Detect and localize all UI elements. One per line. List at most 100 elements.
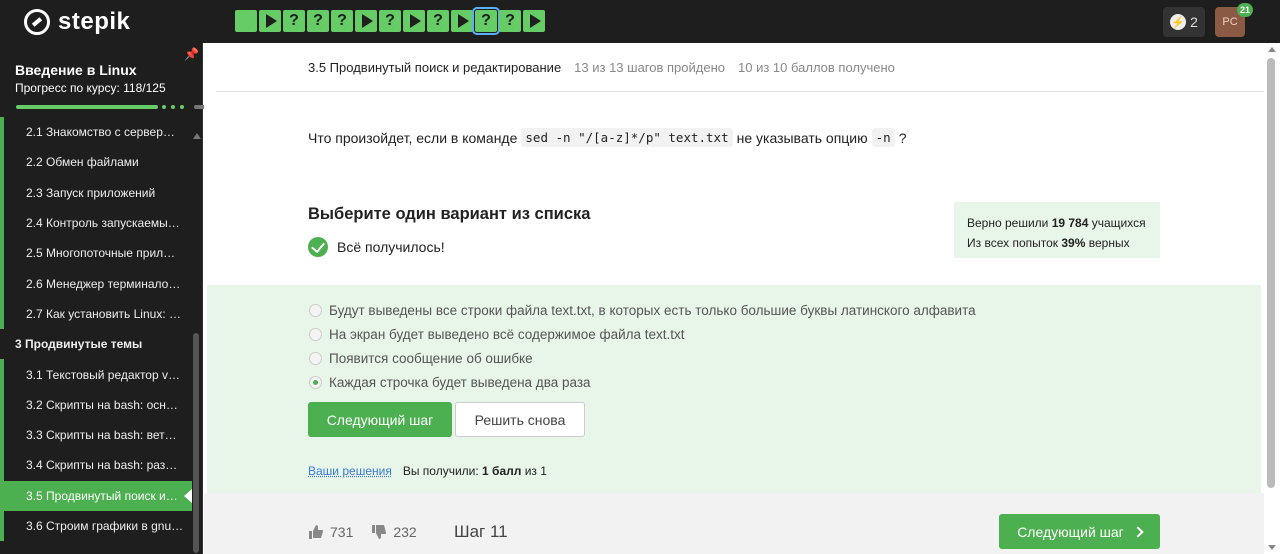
sidebar-item[interactable]: 2.4 Контроль запускаемы… <box>0 207 192 239</box>
next-step-button[interactable]: Следующий шаг <box>308 402 452 437</box>
sidebar-item[interactable]: 3.3 Скрипты на bash: вет… <box>0 419 192 451</box>
thumbs-down-icon[interactable] <box>371 524 387 540</box>
sidebar-item-label: 3.6 Строим графики в gnu… <box>26 519 184 533</box>
sidebar-item[interactable]: 2.6 Менеджер терминало… <box>0 268 192 299</box>
answer-options: Будут выведены все строки файла text.txt… <box>309 298 976 394</box>
radio-button[interactable] <box>309 351 322 365</box>
stats-solved: Верно решили 19 784 учащихся <box>967 213 1147 233</box>
sidebar-item[interactable]: 3.5 Продвинутый поиск и… <box>0 480 192 511</box>
pin-icon[interactable]: 📌 <box>184 47 199 61</box>
step-4[interactable]: ? <box>307 10 329 32</box>
play-icon <box>409 14 421 28</box>
course-title[interactable]: Введение в Linux <box>15 62 137 78</box>
sidebar-item-label: 2.1 Знакомство с сервер… <box>26 125 175 140</box>
stats-text: верных <box>1085 236 1130 250</box>
my-solutions-link[interactable]: Ваши решения <box>308 464 392 478</box>
sidebar-item[interactable]: 2.1 Знакомство с сервер… <box>0 117 192 148</box>
step-7[interactable]: ? <box>379 10 401 32</box>
scroll-up-icon[interactable] <box>1268 47 1276 52</box>
question-text: Что произойдет, если в команде sed -n "/… <box>308 128 906 147</box>
sidebar-item-label: 2.4 Контроль запускаемы… <box>26 216 180 231</box>
sidebar-item-label: 2.2 Обмен файлами <box>26 155 139 170</box>
step-5[interactable]: ? <box>331 10 353 32</box>
play-icon <box>529 14 541 28</box>
stepik-logo[interactable]: stepik <box>24 8 130 36</box>
sidebar-scrollbar[interactable] <box>193 133 201 554</box>
scroll-up-icon[interactable] <box>193 133 201 139</box>
completed-bar <box>0 117 4 148</box>
sidebar-section[interactable]: 3 Продвинутые темы <box>0 329 192 359</box>
step-navigation: ??????? <box>235 7 545 35</box>
completed-bar <box>0 147 4 178</box>
streak-button[interactable]: ⚡ 2 <box>1163 7 1205 37</box>
sidebar-item[interactable]: 3.1 Текстовый редактор v… <box>0 359 192 390</box>
question-icon: ? <box>505 12 515 29</box>
retry-button[interactable]: Решить снова <box>455 402 585 437</box>
sidebar-item[interactable]: 2.5 Многопоточные прил… <box>0 238 192 269</box>
answer-panel: Будут выведены все строки файла text.txt… <box>207 285 1261 493</box>
question-code: sed -n "/[a-z]*/p" text.txt <box>521 128 733 147</box>
radio-button[interactable] <box>309 375 322 389</box>
completed-bar <box>0 510 4 542</box>
progress-dot <box>171 105 175 109</box>
step-13[interactable] <box>523 10 545 32</box>
lesson-title: 3.5 Продвинутый поиск и редактирование <box>308 60 562 75</box>
completed-bar <box>0 450 4 481</box>
page-scrollbar[interactable] <box>1264 43 1280 554</box>
stepik-logo-icon <box>24 9 50 35</box>
progress-fill <box>16 105 158 109</box>
step-content: 3.5 Продвинутый поиск и редактирование 1… <box>204 43 1264 554</box>
sidebar-item-label: 3 Продвинутые темы <box>15 337 143 352</box>
footer-next-step-button[interactable]: Следующий шаг <box>999 514 1160 549</box>
question-icon: ? <box>385 12 395 29</box>
stats-attempts: Из всех попыток 39% верных <box>967 233 1147 253</box>
step-9[interactable]: ? <box>427 10 449 32</box>
answer-option-label: Каждая строчка будет выведена два раза <box>329 374 591 390</box>
step-10[interactable] <box>451 10 473 32</box>
sidebar-item-label: 3.2 Скрипты на bash: осн… <box>26 397 178 412</box>
question-part: Что произойдет, если в команде <box>308 129 518 146</box>
progress-dot <box>162 105 166 109</box>
page-scroll-thumb[interactable] <box>1267 58 1275 488</box>
step-2[interactable] <box>259 10 281 32</box>
sidebar-item[interactable]: 2.7 Как установить Linux: … <box>0 298 192 330</box>
stats-text: Верно решили <box>967 216 1052 230</box>
success-message: Всё получилось! <box>308 237 445 257</box>
sidebar-item[interactable]: 3.6 Строим графики в gnu… <box>0 510 192 542</box>
completed-bar <box>0 177 4 208</box>
radio-button[interactable] <box>309 303 322 317</box>
step-11[interactable]: ? <box>472 7 500 35</box>
stats-number: 39% <box>1061 236 1086 250</box>
step-12[interactable]: ? <box>499 10 521 32</box>
thumbs-up-icon[interactable] <box>308 524 324 540</box>
answer-option[interactable]: Каждая строчка будет выведена два раза <box>309 370 976 394</box>
result-part: из 1 <box>521 464 547 478</box>
sidebar-scroll-thumb[interactable] <box>193 333 199 553</box>
question-icon: ? <box>289 12 299 29</box>
play-icon <box>361 14 373 28</box>
answer-option-label: Появится сообщение об ошибке <box>329 350 533 366</box>
sidebar-item-label: 3.5 Продвинутый поиск и… <box>26 488 178 503</box>
answer-option[interactable]: Появится сообщение об ошибке <box>309 346 976 370</box>
course-progress-bar <box>16 105 208 109</box>
streak-count: 2 <box>1190 14 1198 30</box>
answer-option[interactable]: На экран будет выведено всё содержимое ф… <box>309 322 976 346</box>
step-3[interactable]: ? <box>283 10 305 32</box>
step-6[interactable] <box>355 10 377 32</box>
sidebar-item[interactable]: 2.2 Обмен файлами <box>0 147 192 178</box>
progress-dot <box>180 105 184 109</box>
bolt-icon: ⚡ <box>1170 14 1187 30</box>
step-8[interactable] <box>403 10 425 32</box>
sidebar-item[interactable]: 2.3 Запуск приложений <box>0 177 192 208</box>
answer-option[interactable]: Будут выведены все строки файла text.txt… <box>309 298 976 322</box>
stats-number: 19 784 <box>1051 216 1089 230</box>
footer-next-label: Следующий шаг <box>1017 523 1124 540</box>
radio-button[interactable] <box>309 327 322 341</box>
course-sidebar: 📌 Введение в Linux Прогресс по курсу: 11… <box>0 43 208 554</box>
reactions: 731 232 <box>308 524 417 540</box>
sidebar-item[interactable]: 3.4 Скрипты на bash: раз… <box>0 450 192 481</box>
notification-badge: 21 <box>1237 3 1254 17</box>
scroll-down-icon[interactable] <box>1268 545 1276 550</box>
step-1[interactable] <box>235 10 257 32</box>
sidebar-item[interactable]: 3.2 Скрипты на bash: осн… <box>0 389 192 420</box>
